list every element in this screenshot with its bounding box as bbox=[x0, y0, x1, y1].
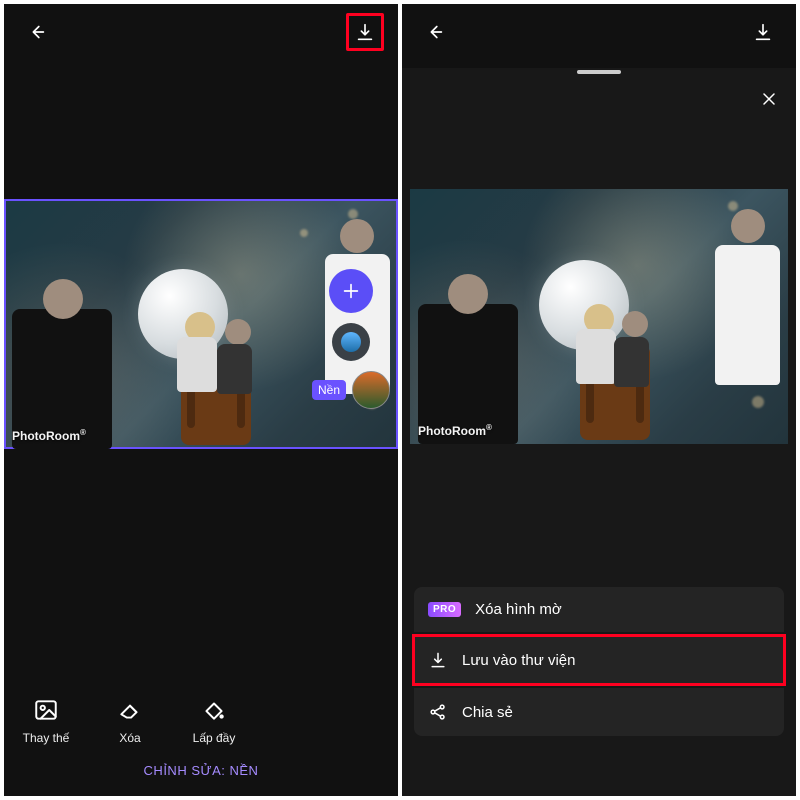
subject-icon bbox=[341, 332, 361, 352]
sheet-drag-handle[interactable] bbox=[577, 70, 621, 74]
top-bar bbox=[402, 4, 796, 59]
background-layer-row: Nền bbox=[312, 371, 390, 409]
photo-preview[interactable]: PhotoRoom® Nền bbox=[4, 199, 398, 449]
watermark: PhotoRoom® bbox=[418, 423, 492, 438]
export-screen: PhotoRoom® PRO Xóa hình mờ Lưu vào thư v… bbox=[402, 4, 796, 796]
close-icon bbox=[759, 89, 779, 109]
add-layer-button[interactable] bbox=[329, 269, 373, 313]
remove-watermark-action[interactable]: PRO Xóa hình mờ bbox=[414, 587, 784, 632]
arrow-left-icon bbox=[424, 21, 446, 43]
download-button[interactable] bbox=[744, 13, 782, 51]
download-icon bbox=[354, 21, 376, 43]
back-button[interactable] bbox=[416, 13, 454, 51]
layer-panel: Nền bbox=[312, 269, 390, 409]
tool-label: Xóa bbox=[119, 731, 140, 745]
export-preview: PhotoRoom® bbox=[402, 189, 796, 444]
canvas[interactable]: PhotoRoom® Nền bbox=[4, 199, 398, 449]
section-label: CHỈNH SỬA: NỀN bbox=[16, 745, 386, 788]
back-button[interactable] bbox=[18, 13, 56, 51]
action-label: Xóa hình mờ bbox=[475, 601, 562, 618]
pro-badge: PRO bbox=[428, 602, 461, 617]
export-actions: PRO Xóa hình mờ Lưu vào thư viện Chia sẻ bbox=[414, 587, 784, 736]
close-button[interactable] bbox=[754, 84, 784, 114]
watermark-text: PhotoRoom bbox=[418, 424, 486, 438]
action-label: Chia sẻ bbox=[462, 704, 513, 721]
bottom-toolbar: Thay thế Xóa Lấp đầy CHỈNH SỬA: NỀN bbox=[4, 665, 398, 796]
top-bar bbox=[4, 4, 398, 59]
download-button[interactable] bbox=[346, 13, 384, 51]
image-icon bbox=[31, 695, 61, 725]
download-icon bbox=[752, 21, 774, 43]
editor-screen: PhotoRoom® Nền Thay thế bbox=[4, 4, 398, 796]
share-icon bbox=[428, 702, 448, 722]
arrow-left-icon bbox=[26, 21, 48, 43]
save-to-library-action[interactable]: Lưu vào thư viện bbox=[414, 636, 784, 684]
download-icon bbox=[428, 650, 448, 670]
tool-label: Thay thế bbox=[23, 731, 70, 745]
action-label: Lưu vào thư viện bbox=[462, 652, 575, 669]
plus-icon bbox=[340, 280, 362, 302]
erase-tool[interactable]: Xóa bbox=[100, 695, 160, 745]
fill-tool[interactable]: Lấp đầy bbox=[184, 695, 244, 745]
share-action[interactable]: Chia sẻ bbox=[414, 688, 784, 736]
bucket-icon bbox=[199, 695, 229, 725]
watermark: PhotoRoom® bbox=[12, 428, 86, 443]
tool-label: Lấp đầy bbox=[193, 731, 236, 745]
subject-layer-button[interactable] bbox=[332, 323, 370, 361]
watermark-text: PhotoRoom bbox=[12, 429, 80, 443]
eraser-icon bbox=[115, 695, 145, 725]
photo-preview: PhotoRoom® bbox=[410, 189, 788, 444]
background-tag: Nền bbox=[312, 380, 346, 400]
background-layer-button[interactable] bbox=[352, 371, 390, 409]
replace-tool[interactable]: Thay thế bbox=[16, 695, 76, 745]
